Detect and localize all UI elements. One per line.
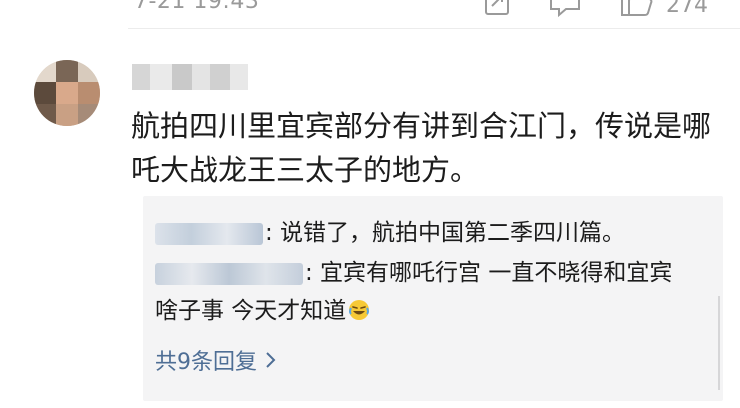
thumbs-up-icon — [621, 0, 653, 16]
scrollbar[interactable] — [718, 296, 720, 390]
blur-block — [172, 64, 192, 90]
reply-button[interactable] — [548, 0, 582, 18]
blur-block — [210, 64, 230, 90]
avatar-mosaic-block — [34, 82, 56, 104]
previous-comment-footer: 7-21 19:43 274 — [128, 0, 740, 29]
blur-block — [230, 64, 248, 90]
avatar-mosaic-block — [78, 82, 100, 104]
share-icon — [485, 0, 509, 15]
avatar-mosaic-block — [56, 104, 78, 126]
replies-card[interactable]: : 说错了，航拍中国第二季四川篇。 : 宜宾有哪吒行宫 一直不晓得和宜宾啥子事 … — [143, 196, 723, 401]
like-count: 274 — [666, 0, 708, 18]
like-button[interactable]: 274 — [620, 0, 708, 18]
avatar[interactable] — [34, 60, 100, 126]
view-more-replies-link[interactable]: 共9条回复 — [155, 344, 277, 376]
blur-block — [150, 64, 172, 90]
comment-text: 航拍四川里宜宾部分有讲到合江门，传说是哪吒大战龙王三太子的地方。 — [131, 109, 712, 187]
reply-text: : 说错了，航拍中国第二季四川篇。 — [265, 220, 626, 246]
avatar-mosaic-block — [78, 104, 100, 126]
avatar-mosaic-block — [56, 82, 78, 104]
avatar-mosaic-block — [34, 60, 56, 82]
reply-item[interactable]: : 说错了，航拍中国第二季四川篇。 — [155, 214, 625, 252]
comment-timestamp: 7-21 19:43 — [134, 0, 260, 14]
blur-block — [132, 64, 150, 90]
avatar-mosaic-block — [34, 104, 56, 126]
blur-block — [192, 64, 210, 90]
username-blurred[interactable] — [132, 64, 248, 90]
reply-author-blurred — [155, 262, 303, 285]
reply-author-blurred — [155, 222, 263, 245]
comment-thread: 7-21 19:43 274 航拍四川里宜宾部分有讲到合江门，传说是哪吒大战龙王… — [0, 0, 740, 408]
chevron-right-icon — [266, 352, 276, 368]
comment-icon — [550, 0, 580, 18]
laughing-crying-emoji-icon — [348, 295, 370, 333]
avatar-mosaic-block — [56, 60, 78, 82]
more-replies-label: 共9条回复 — [155, 350, 257, 375]
share-button[interactable] — [483, 0, 511, 18]
reply-item[interactable]: : 宜宾有哪吒行宫 一直不晓得和宜宾啥子事 今天才知道 — [155, 254, 675, 333]
avatar-mosaic-block — [78, 60, 100, 82]
